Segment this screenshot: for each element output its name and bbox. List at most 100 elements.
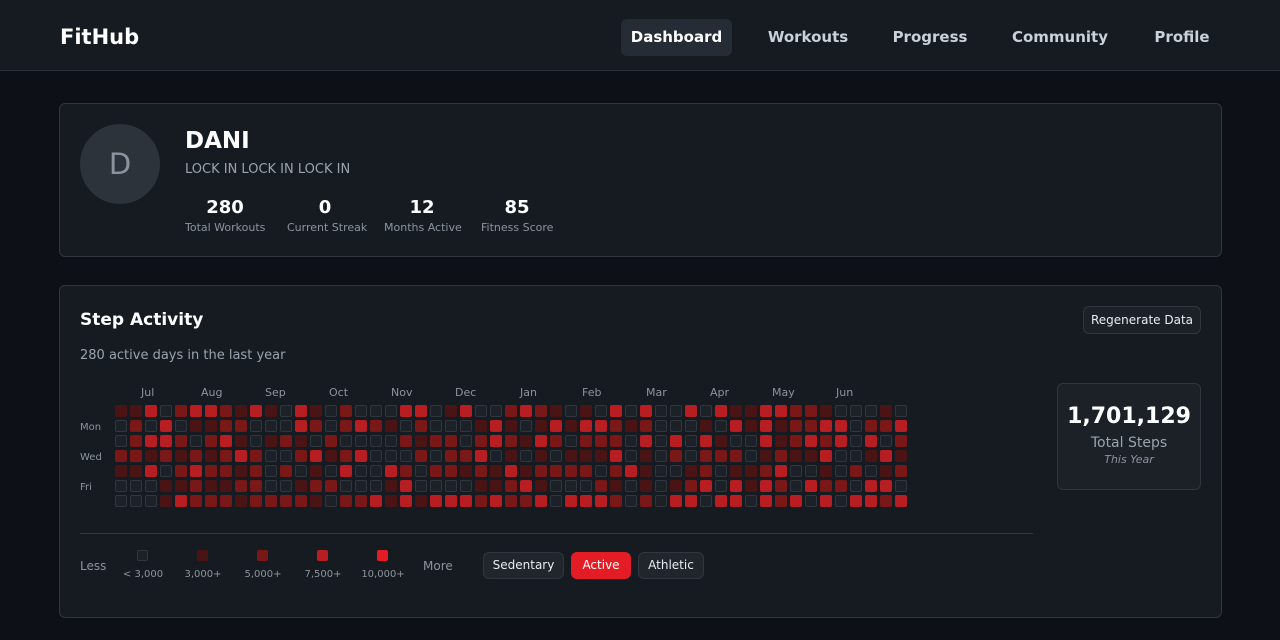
heatmap-cell[interactable] — [775, 405, 787, 417]
heatmap-cell[interactable] — [205, 495, 217, 507]
heatmap-cell[interactable] — [325, 480, 337, 492]
heatmap-cell[interactable] — [820, 420, 832, 432]
heatmap-cell[interactable] — [130, 480, 142, 492]
heatmap-cell[interactable] — [670, 450, 682, 462]
heatmap-cell[interactable] — [265, 465, 277, 477]
heatmap-cell[interactable] — [445, 405, 457, 417]
heatmap-cell[interactable] — [115, 450, 127, 462]
heatmap-cell[interactable] — [265, 480, 277, 492]
avatar[interactable]: D — [80, 124, 160, 204]
heatmap-cell[interactable] — [640, 420, 652, 432]
heatmap-cell[interactable] — [415, 465, 427, 477]
heatmap-cell[interactable] — [775, 480, 787, 492]
heatmap-cell[interactable] — [730, 480, 742, 492]
heatmap-cell[interactable] — [775, 450, 787, 462]
heatmap-cell[interactable] — [655, 465, 667, 477]
heatmap-cell[interactable] — [385, 405, 397, 417]
heatmap-cell[interactable] — [850, 480, 862, 492]
heatmap-cell[interactable] — [790, 420, 802, 432]
heatmap-cell[interactable] — [625, 480, 637, 492]
heatmap-cell[interactable] — [460, 450, 472, 462]
heatmap-cell[interactable] — [655, 435, 667, 447]
heatmap-cell[interactable] — [385, 465, 397, 477]
heatmap-cell[interactable] — [880, 495, 892, 507]
heatmap-cell[interactable] — [670, 495, 682, 507]
heatmap-cell[interactable] — [445, 495, 457, 507]
heatmap-cell[interactable] — [880, 435, 892, 447]
heatmap-cell[interactable] — [145, 405, 157, 417]
heatmap-cell[interactable] — [685, 465, 697, 477]
heatmap-cell[interactable] — [145, 495, 157, 507]
heatmap-cell[interactable] — [445, 450, 457, 462]
heatmap-cell[interactable] — [445, 480, 457, 492]
heatmap-cell[interactable] — [865, 465, 877, 477]
heatmap-cell[interactable] — [310, 450, 322, 462]
heatmap-cell[interactable] — [475, 495, 487, 507]
heatmap-cell[interactable] — [520, 405, 532, 417]
heatmap-cell[interactable] — [820, 405, 832, 417]
heatmap-cell[interactable] — [670, 480, 682, 492]
heatmap-cell[interactable] — [250, 420, 262, 432]
heatmap-cell[interactable] — [595, 435, 607, 447]
heatmap-cell[interactable] — [310, 435, 322, 447]
heatmap-cell[interactable] — [760, 405, 772, 417]
heatmap-cell[interactable] — [175, 480, 187, 492]
heatmap-cell[interactable] — [745, 465, 757, 477]
heatmap-cell[interactable] — [580, 450, 592, 462]
heatmap-cell[interactable] — [475, 405, 487, 417]
heatmap-cell[interactable] — [460, 465, 472, 477]
heatmap-cell[interactable] — [790, 405, 802, 417]
heatmap-cell[interactable] — [595, 465, 607, 477]
heatmap-cell[interactable] — [760, 435, 772, 447]
heatmap-cell[interactable] — [850, 450, 862, 462]
heatmap-cell[interactable] — [130, 405, 142, 417]
heatmap-cell[interactable] — [205, 480, 217, 492]
heatmap-cell[interactable] — [310, 480, 322, 492]
heatmap-cell[interactable] — [730, 450, 742, 462]
heatmap-cell[interactable] — [130, 450, 142, 462]
heatmap-cell[interactable] — [115, 435, 127, 447]
heatmap-cell[interactable] — [790, 450, 802, 462]
heatmap-cell[interactable] — [370, 420, 382, 432]
heatmap-cell[interactable] — [325, 465, 337, 477]
heatmap-cell[interactable] — [535, 405, 547, 417]
heatmap-cell[interactable] — [730, 405, 742, 417]
heatmap-cell[interactable] — [895, 435, 907, 447]
heatmap-cell[interactable] — [655, 450, 667, 462]
heatmap-cell[interactable] — [235, 435, 247, 447]
heatmap-cell[interactable] — [415, 450, 427, 462]
heatmap-cell[interactable] — [145, 420, 157, 432]
heatmap-cell[interactable] — [580, 480, 592, 492]
heatmap-cell[interactable] — [715, 450, 727, 462]
heatmap-cell[interactable] — [400, 450, 412, 462]
heatmap-cell[interactable] — [895, 405, 907, 417]
heatmap-cell[interactable] — [700, 420, 712, 432]
heatmap-cell[interactable] — [430, 480, 442, 492]
heatmap-cell[interactable] — [670, 465, 682, 477]
heatmap-cell[interactable] — [790, 495, 802, 507]
heatmap-cell[interactable] — [625, 465, 637, 477]
heatmap-cell[interactable] — [610, 480, 622, 492]
heatmap-cell[interactable] — [325, 420, 337, 432]
heatmap-cell[interactable] — [160, 495, 172, 507]
heatmap-cell[interactable] — [415, 405, 427, 417]
heatmap-cell[interactable] — [355, 420, 367, 432]
heatmap-cell[interactable] — [505, 450, 517, 462]
heatmap-cell[interactable] — [415, 480, 427, 492]
heatmap-cell[interactable] — [430, 465, 442, 477]
heatmap-cell[interactable] — [520, 435, 532, 447]
heatmap-cell[interactable] — [280, 480, 292, 492]
heatmap-cell[interactable] — [670, 405, 682, 417]
nav-workouts[interactable]: Workouts — [756, 19, 860, 56]
heatmap-cell[interactable] — [340, 420, 352, 432]
heatmap-cell[interactable] — [520, 495, 532, 507]
heatmap-cell[interactable] — [550, 495, 562, 507]
heatmap-cell[interactable] — [715, 420, 727, 432]
heatmap-cell[interactable] — [865, 495, 877, 507]
heatmap-cell[interactable] — [160, 420, 172, 432]
heatmap-cell[interactable] — [805, 465, 817, 477]
heatmap-cell[interactable] — [430, 435, 442, 447]
heatmap-cell[interactable] — [550, 480, 562, 492]
heatmap-cell[interactable] — [565, 450, 577, 462]
heatmap-cell[interactable] — [280, 435, 292, 447]
